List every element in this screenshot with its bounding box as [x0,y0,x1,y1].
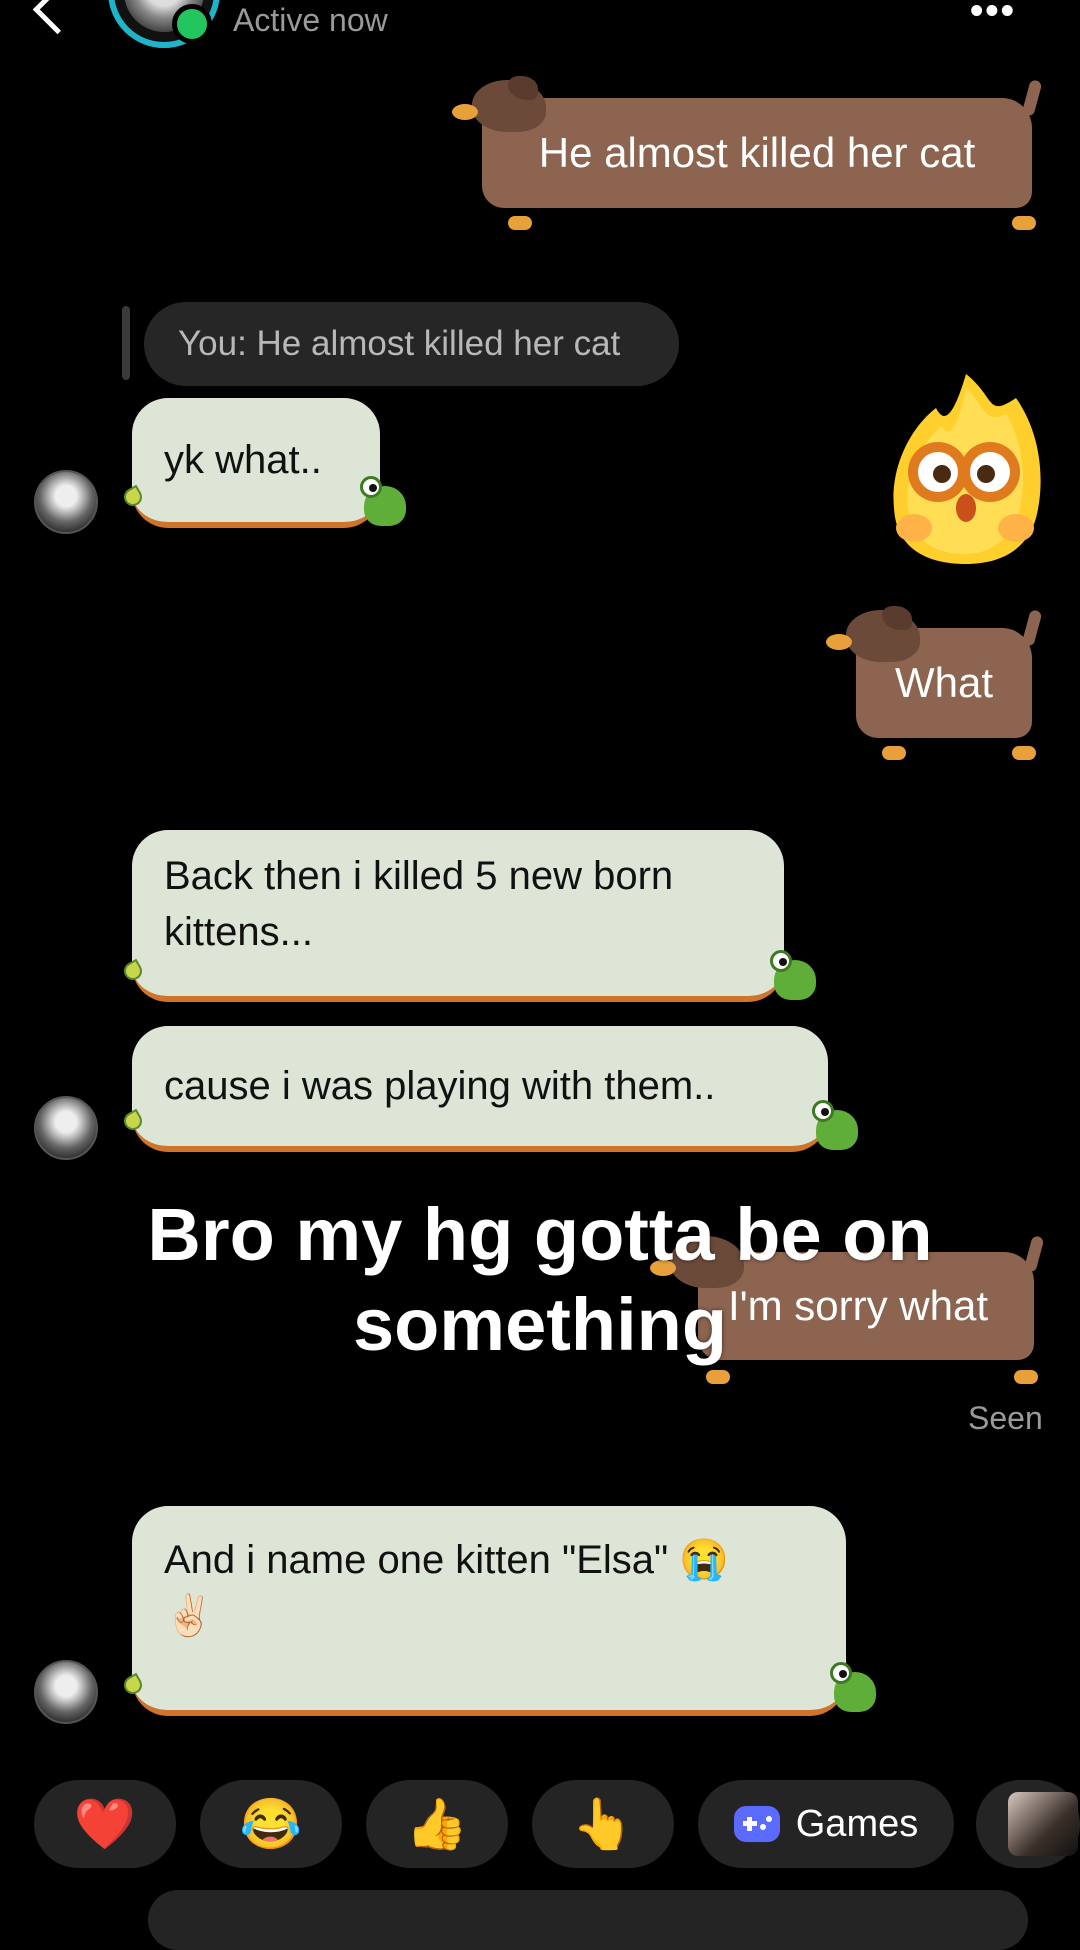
message-text: yk what.. [164,438,322,482]
laughing-emoji-icon: 😂 [239,1795,303,1852]
message-text-line: ✌🏻 [164,1594,214,1638]
caption-line: Bro my hg gotta be on [147,1193,933,1276]
games-label: Games [795,1802,919,1845]
received-message[interactable]: cause i was playing with them.. [132,1026,828,1152]
received-message[interactable]: And i name one kitten "Elsa" 😭 ✌🏻 [132,1506,846,1716]
photo-thumbnail [1008,1792,1078,1856]
sent-message[interactable]: He almost killed her cat [452,74,1048,234]
message-composer[interactable] [148,1890,1028,1950]
heart-reaction-button[interactable]: ❤️ [34,1780,176,1868]
message-text: He almost killed her cat [482,98,1032,208]
seen-indicator: Seen [968,1400,1043,1436]
sent-message[interactable]: What [826,604,1048,764]
contact-avatar[interactable] [34,1096,98,1160]
frog-icon [812,1100,860,1152]
games-button[interactable]: Games [698,1780,954,1868]
message-text-line: kittens... [164,910,313,954]
received-message[interactable]: yk what.. [132,398,380,528]
received-message[interactable]: Back then i killed 5 new born kittens... [132,830,784,1002]
frog-icon [830,1662,878,1714]
active-status: Active now [233,2,388,38]
contact-avatar[interactable] [34,470,98,534]
message-text-line: Back then i killed 5 new born [164,854,674,898]
laughing-reaction-button[interactable]: 😂 [200,1780,342,1868]
thumbs-up-icon: 👍 [405,1795,469,1852]
heart-icon: ❤️ [73,1795,137,1852]
frog-icon [770,950,818,1002]
back-icon[interactable] [32,0,83,35]
online-status-dot [172,4,212,44]
video-caption: Bro my hg gotta be on something [60,1190,1020,1370]
more-options-icon[interactable]: ••• [970,0,1016,33]
caption-line: something [352,1283,728,1366]
pointing-reaction-button[interactable]: 👆 [532,1780,674,1868]
frog-icon [360,476,408,528]
gamepad-icon [733,1806,780,1842]
message-text-line: And i name one kitten "Elsa" 😭 [164,1538,730,1582]
message-text: cause i was playing with them.. [164,1064,716,1108]
photo-suggestion-button[interactable] [976,1780,1080,1868]
thumbs-up-reaction-button[interactable]: 👍 [366,1780,508,1868]
reply-indicator [122,306,130,380]
pointing-hand-icon: 👆 [571,1795,635,1852]
flame-emoji-sticker[interactable] [886,368,1044,566]
contact-avatar[interactable] [34,1660,98,1724]
reply-preview[interactable]: You: He almost killed her cat [144,302,679,386]
